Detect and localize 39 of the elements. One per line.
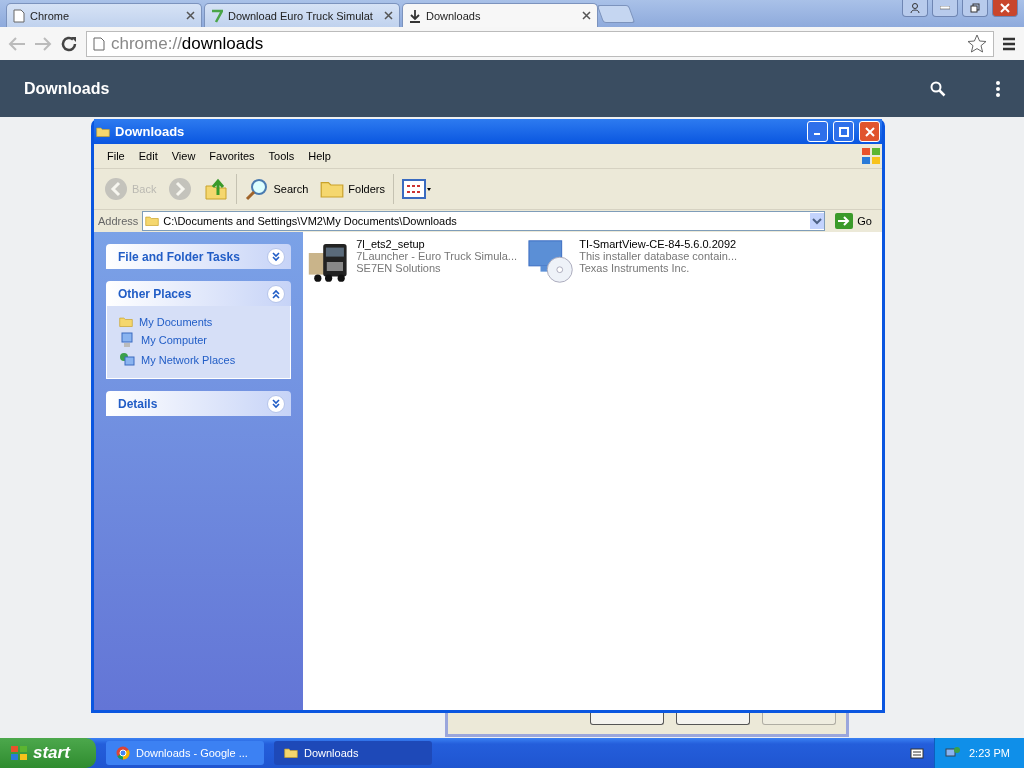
place-link[interactable]: My Computer xyxy=(119,332,278,348)
place-link[interactable]: My Network Places xyxy=(119,352,278,368)
menu-item[interactable]: Help xyxy=(301,150,338,162)
browser-tab[interactable]: Chrome xyxy=(6,3,202,27)
address-label: Address xyxy=(98,215,139,227)
menu-item[interactable]: File xyxy=(100,150,132,162)
menu-item[interactable]: View xyxy=(164,150,203,162)
taskbar-button[interactable]: Downloads xyxy=(274,741,432,765)
task-panel-header[interactable]: Details xyxy=(106,391,291,416)
task-panel-header[interactable]: Other Places xyxy=(106,281,291,306)
tab-title: Downloads xyxy=(426,9,482,22)
go-button[interactable]: Go xyxy=(829,212,878,230)
task-panel-header[interactable]: File and Folder Tasks xyxy=(106,244,291,269)
page-title: Downloads xyxy=(24,79,111,98)
tab-title: Chrome xyxy=(30,9,71,22)
folders-button[interactable]: Folders xyxy=(316,177,389,201)
file-name[interactable]: TI-SmartView-CE-84-5.6.0.2092 xyxy=(579,238,737,250)
address-bar[interactable]: chrome://downloads xyxy=(86,30,994,57)
window-title: Downloads xyxy=(115,124,186,139)
panel-title: Details xyxy=(118,396,158,411)
place-link[interactable]: My Documents xyxy=(119,316,278,328)
browser-tab[interactable]: Downloads xyxy=(402,3,598,27)
panel-title: File and Folder Tasks xyxy=(118,249,240,264)
menu-item[interactable]: Favorites xyxy=(202,150,262,162)
search-button[interactable]: Search xyxy=(241,175,313,203)
start-button[interactable]: start xyxy=(0,738,96,768)
file-name[interactable]: 7l_ets2_setup xyxy=(356,238,517,250)
address-field[interactable]: C:\Documents and Settings\VM2\My Documents\Downloads xyxy=(142,211,826,231)
menu-item[interactable]: Tools xyxy=(261,150,302,162)
browser-tab[interactable]: Download Euro Truck Simulat xyxy=(204,3,400,27)
tab-title: Download Euro Truck Simulat xyxy=(228,9,374,22)
file-description: 7Launcher - Euro Truck Simula... xyxy=(356,250,517,262)
file-publisher: SE7EN Solutions xyxy=(356,262,442,274)
menu-item[interactable]: Edit xyxy=(131,150,165,162)
file-publisher: Texas Instruments Inc. xyxy=(579,262,691,274)
panel-title: Other Places xyxy=(118,286,192,301)
clock: 2:23 PM xyxy=(969,747,1010,759)
file-description: This installer database contain... xyxy=(579,250,737,262)
taskbar-button[interactable]: Downloads - Google ... xyxy=(106,741,264,765)
